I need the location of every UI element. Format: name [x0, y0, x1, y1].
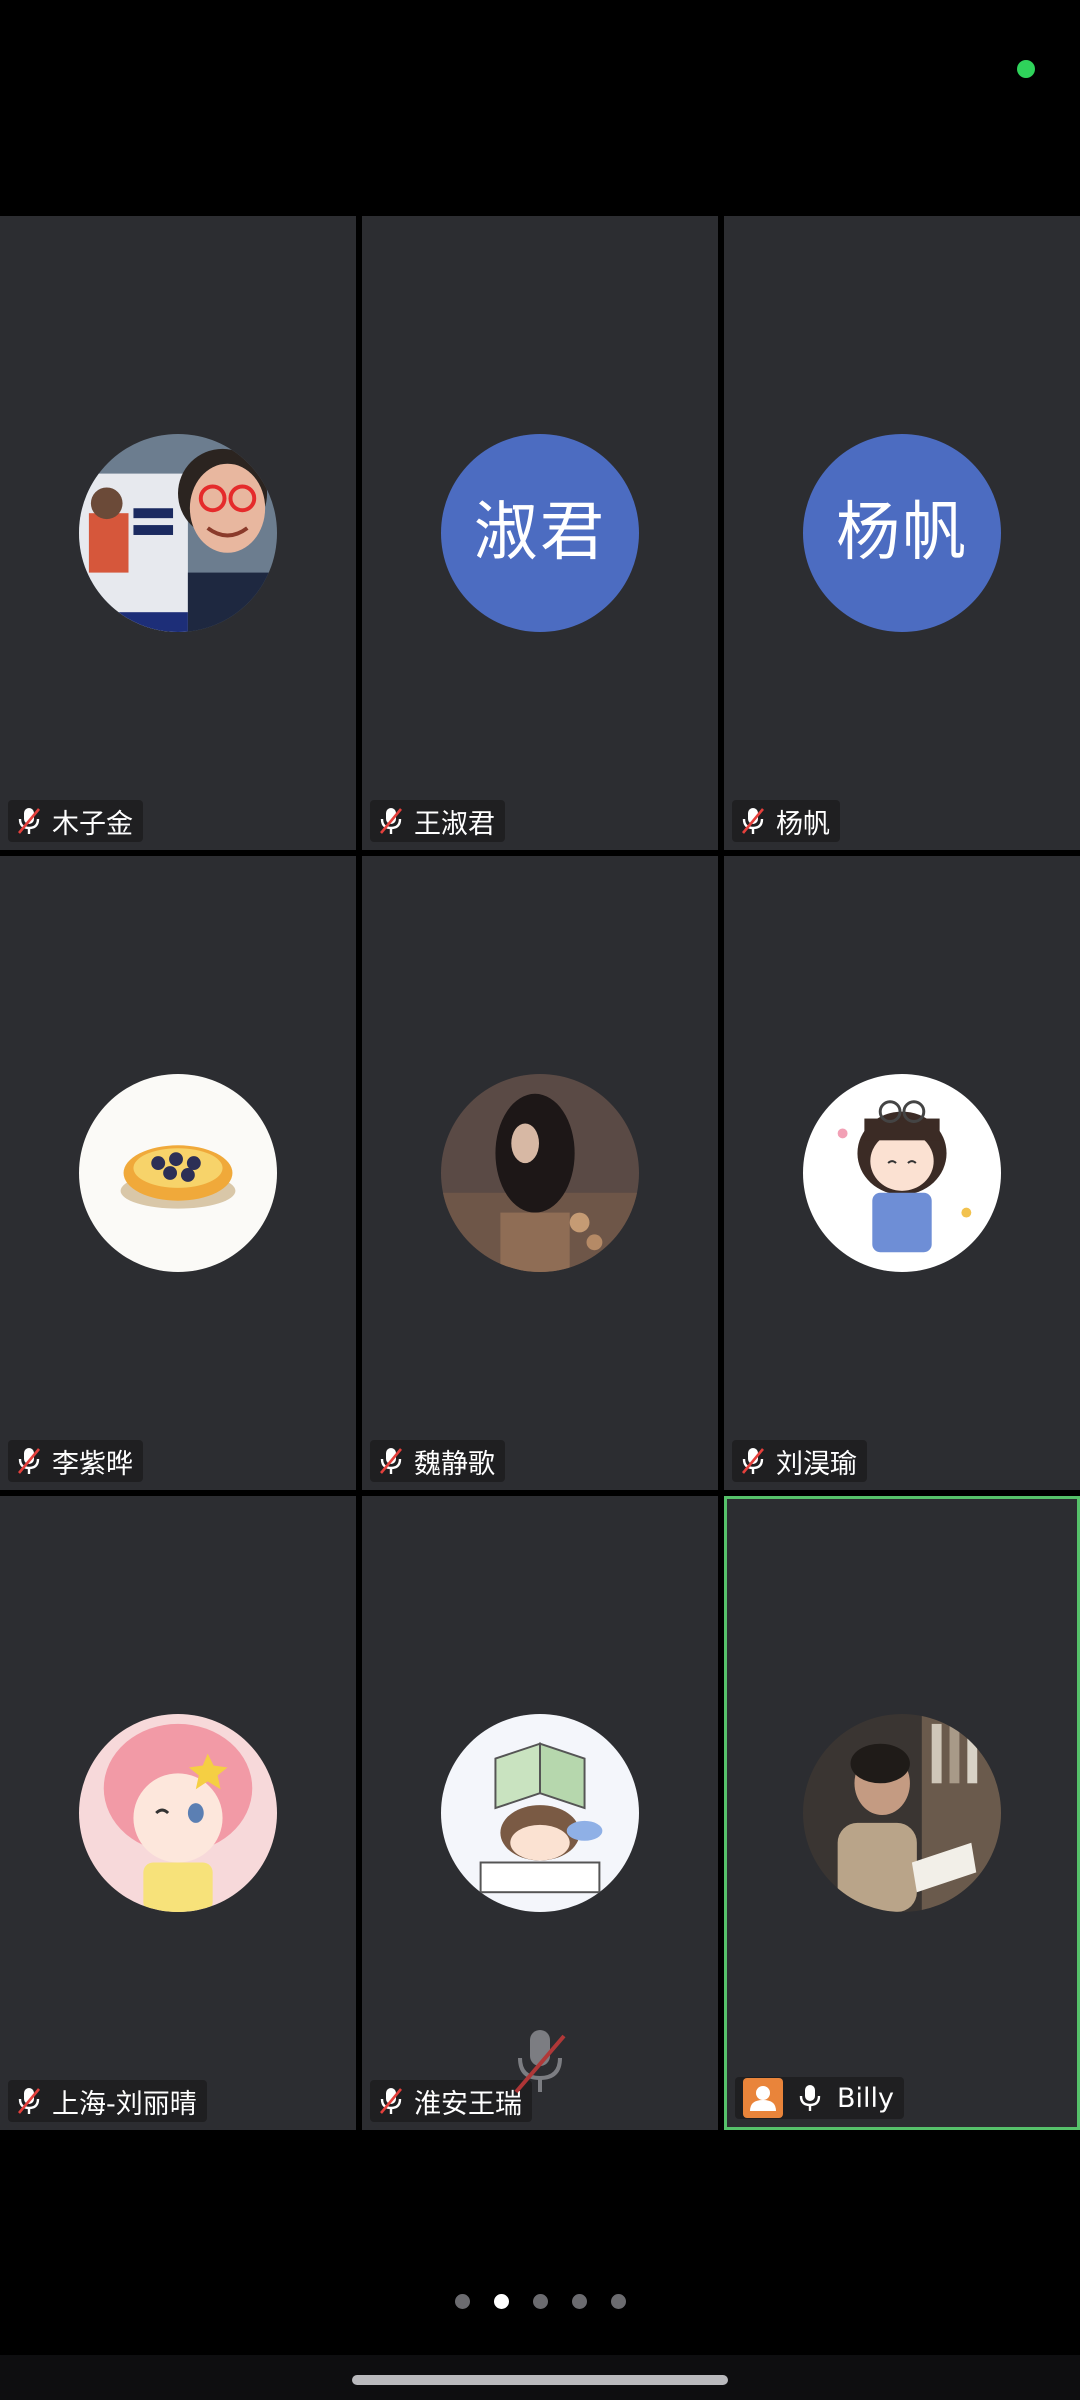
- mic-muted-icon: [16, 806, 42, 836]
- participant-avatar: [441, 1714, 639, 1912]
- mic-muted-icon: [740, 806, 766, 836]
- participant-name-tag: 上海-刘丽晴: [8, 2080, 207, 2122]
- mic-muted-icon: [378, 1446, 404, 1476]
- participant-name-tag: Billy: [735, 2077, 905, 2119]
- participant-name-tag: 淮安王瑞: [370, 2080, 532, 2122]
- participant-avatar: [79, 1074, 277, 1272]
- participant-name: 王淑君: [414, 808, 495, 840]
- participant-tile[interactable]: 刘淏瑜: [724, 856, 1080, 1490]
- participant-tile[interactable]: 李紫晔: [0, 856, 356, 1490]
- participant-name-tag: 王淑君: [370, 800, 505, 842]
- page-dot-active[interactable]: [493, 2294, 509, 2309]
- mic-muted-icon: [16, 1446, 42, 1476]
- participant-name: Billy: [837, 2082, 895, 2114]
- participant-avatar: 淑君: [441, 434, 639, 632]
- participant-tile[interactable]: 上海-刘丽晴: [0, 1496, 356, 2130]
- page-dot[interactable]: [454, 2294, 470, 2309]
- page-dot[interactable]: [571, 2294, 587, 2309]
- participant-name-tag: 刘淏瑜: [732, 1440, 867, 1482]
- participant-name: 杨帆: [776, 808, 830, 840]
- mic-muted-icon: [378, 806, 404, 836]
- page-indicator: [0, 2294, 1080, 2309]
- mic-muted-icon: [16, 2086, 42, 2116]
- connection-status-icon: [1017, 60, 1035, 78]
- participant-name-tag: 魏静歌: [370, 1440, 505, 1482]
- participant-name: 木子金: [52, 808, 133, 840]
- mic-icon: [797, 2083, 823, 2113]
- participant-avatar: [803, 1714, 1001, 1912]
- participant-name: 淮安王瑞: [414, 2088, 522, 2120]
- participant-grid: 木子金 淑君 王淑君 杨帆 杨帆 李紫晔 魏静歌 刘淏瑜 上海-刘丽晴 淮安王瑞…: [0, 216, 1080, 2136]
- mic-muted-icon: [740, 1446, 766, 1476]
- participant-name: 李紫晔: [52, 1448, 133, 1480]
- mic-muted-icon: [378, 2086, 404, 2116]
- participant-avatar: 杨帆: [803, 434, 1001, 632]
- participant-tile[interactable]: 木子金: [0, 216, 356, 850]
- participant-tile[interactable]: 淑君 王淑君: [362, 216, 718, 850]
- participant-name: 魏静歌: [414, 1448, 495, 1480]
- participant-tile[interactable]: 杨帆 杨帆: [724, 216, 1080, 850]
- system-navigation-bar: [0, 2355, 1080, 2400]
- mic-muted-icon[interactable]: [512, 2028, 568, 2098]
- participant-avatar: [803, 1074, 1001, 1272]
- participant-avatar: [441, 1074, 639, 1272]
- page-dot[interactable]: [532, 2294, 548, 2309]
- participant-name-tag: 李紫晔: [8, 1440, 143, 1482]
- home-indicator[interactable]: [352, 2375, 728, 2385]
- participant-tile[interactable]: 魏静歌: [362, 856, 718, 1490]
- participant-name-tag: 木子金: [8, 800, 143, 842]
- participant-tile-active-speaker[interactable]: Billy: [724, 1496, 1080, 2130]
- person-badge-icon: [743, 2078, 783, 2118]
- participant-avatar: [79, 434, 277, 632]
- participant-name: 上海-刘丽晴: [52, 2088, 197, 2120]
- participant-name: 刘淏瑜: [776, 1448, 857, 1480]
- participant-name-tag: 杨帆: [732, 800, 840, 842]
- participant-avatar: [79, 1714, 277, 1912]
- page-dot[interactable]: [610, 2294, 626, 2309]
